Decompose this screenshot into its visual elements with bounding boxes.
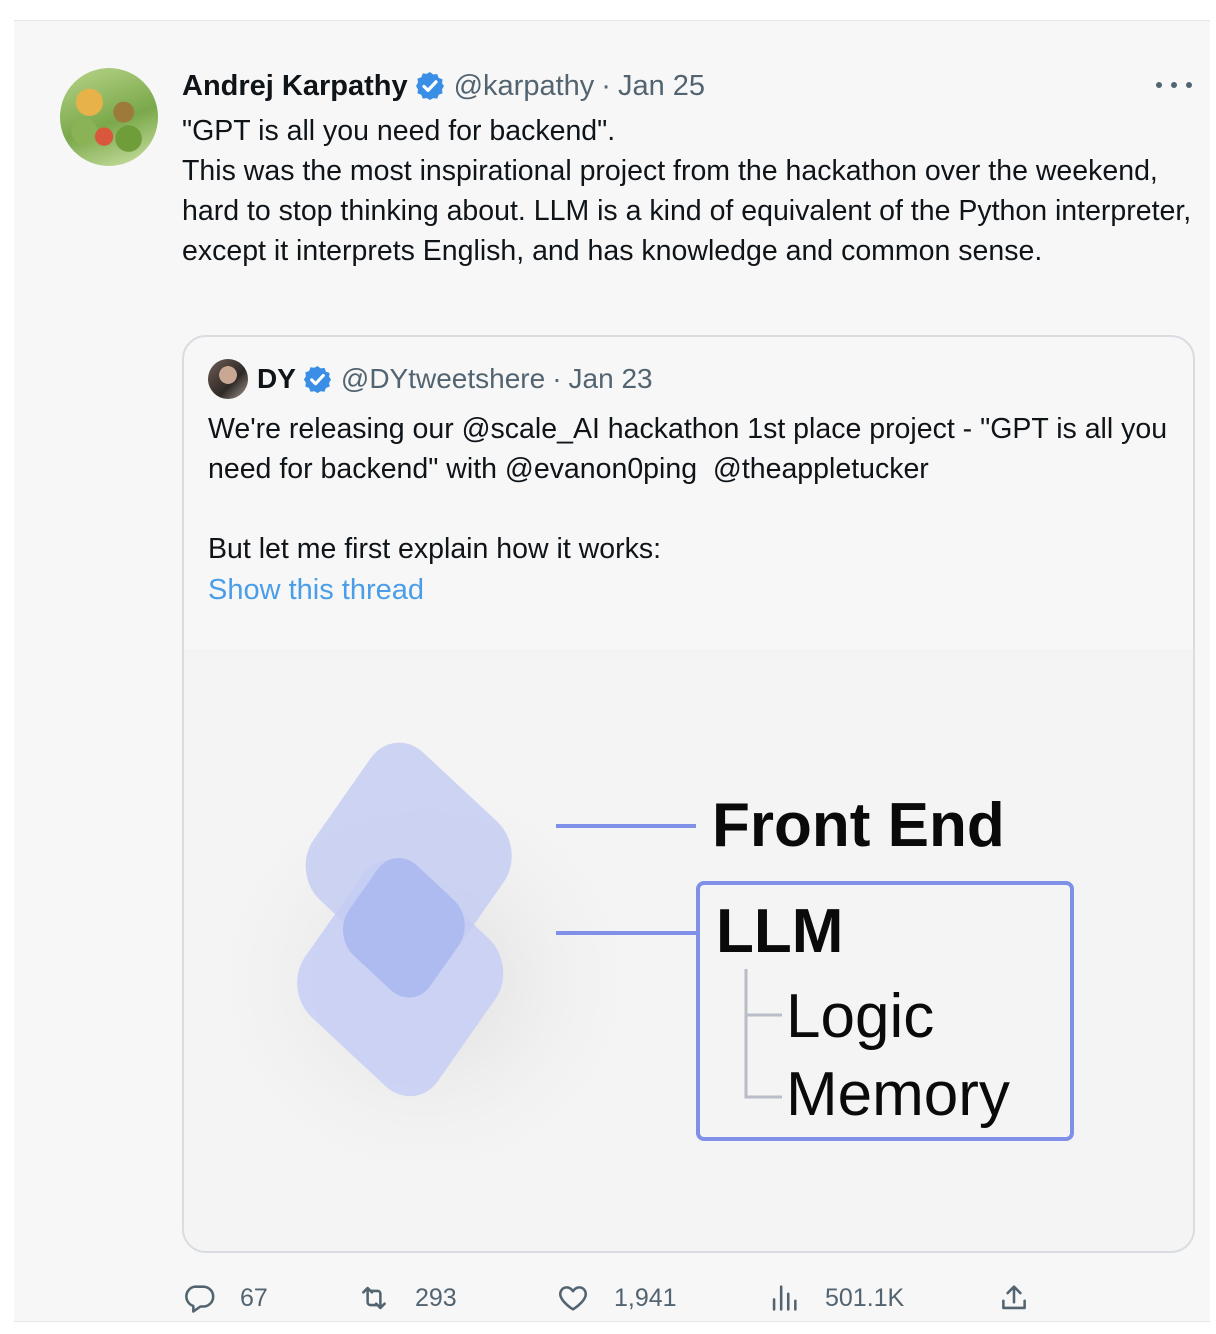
views-chart-icon [772, 1285, 797, 1311]
reply-count: 67 [240, 1283, 268, 1312]
retweet-button[interactable]: 293 [357, 1276, 457, 1320]
like-button[interactable]: 1,941 [556, 1276, 677, 1320]
quoted-tweet-text: We're releasing our @scale_AI hackathon … [208, 409, 1178, 569]
quoted-tweet[interactable]: DY @DYtweetshere · Jan 23 We're releasin… [182, 335, 1195, 1253]
author-avatar[interactable] [60, 68, 158, 166]
heart-icon [559, 1286, 587, 1311]
quoted-tweet-date[interactable]: Jan 23 [569, 363, 653, 395]
separator-dot: · [601, 69, 611, 102]
label-llm: LLM [716, 897, 843, 966]
mention-link[interactable]: @theappletucker [713, 453, 929, 485]
tweet-text-body: This was the most inspirational project … [182, 155, 1192, 267]
show-thread-link[interactable]: Show this thread [208, 574, 424, 607]
more-options-icon[interactable] [1156, 73, 1192, 97]
tweet-date[interactable]: Jan 25 [618, 70, 705, 103]
mention-link[interactable]: @scale_AI [462, 413, 600, 445]
mention-link[interactable]: @evanon0ping [505, 453, 697, 485]
label-front-end: Front End [712, 791, 1005, 860]
quoted-text-paragraph: But let me first explain how it works: [208, 533, 661, 565]
tweet-actions: 67 293 1,941 501.1K [182, 1276, 1192, 1320]
reply-icon [185, 1285, 215, 1313]
separator-dot: · [552, 363, 562, 394]
author-handle[interactable]: @karpathy [454, 70, 595, 103]
quoted-author-avatar[interactable] [208, 359, 248, 399]
tweet-text-line: "GPT is all you need for backend". [182, 115, 616, 147]
quoted-author-handle[interactable]: @DYtweetshere [341, 363, 545, 395]
label-memory: Memory [786, 1060, 1010, 1129]
text-segment [697, 453, 713, 485]
verified-badge-icon [303, 365, 331, 393]
quoted-text-paragraph: We're releasing our @scale_AI hackathon … [208, 409, 1178, 489]
retweet-icon [362, 1286, 386, 1310]
tree-line [744, 969, 782, 1099]
like-count: 1,941 [614, 1283, 677, 1312]
label-logic: Logic [786, 982, 934, 1051]
views-button[interactable]: 501.1K [767, 1276, 904, 1320]
share-button[interactable] [997, 1276, 1055, 1320]
share-icon [1002, 1285, 1026, 1310]
retweet-count: 293 [415, 1283, 457, 1312]
tweet-card: Andrej Karpathy @karpathy · Jan 25 "GPT … [14, 20, 1210, 1322]
quoted-author-name[interactable]: DY [257, 363, 296, 395]
verified-badge-icon [415, 72, 444, 100]
tweet-header: Andrej Karpathy @karpathy · Jan 25 [182, 66, 705, 106]
text-segment: We're releasing our [208, 413, 462, 445]
quoted-media-image[interactable]: Front End LLM Logic Memory [184, 649, 1193, 1251]
reply-button[interactable]: 67 [182, 1276, 268, 1320]
author-name[interactable]: Andrej Karpathy [182, 70, 408, 103]
architecture-diagram: Front End LLM Logic Memory [194, 742, 1074, 1199]
views-count: 501.1K [825, 1283, 905, 1312]
tweet-text: "GPT is all you need for backend". This … [182, 111, 1192, 271]
quoted-tweet-header: DY @DYtweetshere · Jan 23 [257, 359, 653, 399]
